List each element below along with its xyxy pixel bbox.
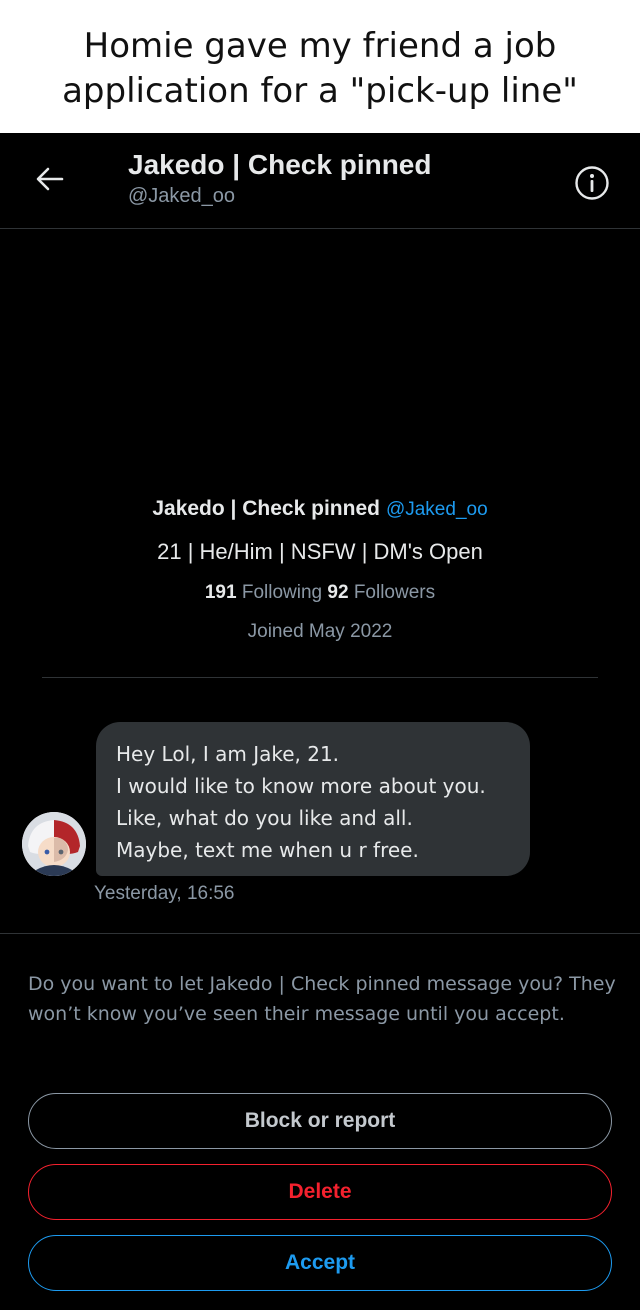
message-line: I would like to know more about you.: [116, 774, 486, 798]
dm-request-screen: Jakedo | Check pinned @Jaked_oo Jakedo |…: [0, 133, 640, 1310]
profile-stats: 191 Following 92 Followers: [0, 582, 640, 604]
block-or-report-button[interactable]: Block or report: [28, 1093, 612, 1149]
caption-line-1: Homie gave my friend a job: [83, 26, 557, 66]
following-label[interactable]: Following: [242, 582, 322, 603]
caption-line-2: application for a "pick-up line": [62, 71, 578, 111]
followers-label[interactable]: Followers: [354, 582, 435, 603]
message-line: Maybe, text me when u r free.: [116, 838, 419, 862]
avatar[interactable]: [22, 812, 86, 876]
profile-name[interactable]: Jakedo | Check pinned: [152, 497, 380, 520]
profile-bio: 21 | He/Him | NSFW | DM's Open: [157, 539, 483, 564]
info-circle-icon[interactable]: [574, 165, 610, 201]
delete-button[interactable]: Delete: [28, 1164, 612, 1220]
message-request-notice: Do you want to let Jakedo | Check pinned…: [28, 973, 616, 1025]
header-title[interactable]: Jakedo | Check pinned: [128, 149, 431, 181]
avatar-image: [22, 812, 86, 876]
profile-joined-date: Joined May 2022: [247, 621, 393, 642]
message-timestamp: Yesterday, 16:56: [94, 883, 235, 904]
header-handle: @Jaked_oo: [128, 185, 236, 207]
divider: [42, 677, 598, 678]
conversation-header: Jakedo | Check pinned @Jaked_oo: [0, 133, 640, 229]
profile-summary: Jakedo | Check pinned @Jaked_oo 21 | He/H…: [0, 497, 640, 643]
profile-handle[interactable]: @Jaked_oo: [386, 499, 488, 520]
message-line: Hey Lol, I am Jake, 21.: [116, 742, 340, 766]
accept-button[interactable]: Accept: [28, 1235, 612, 1291]
followers-count[interactable]: 92: [327, 582, 348, 603]
following-count[interactable]: 191: [205, 582, 237, 603]
divider: [0, 933, 640, 934]
message-line: Like, what do you like and all.: [116, 806, 413, 830]
message-bubble[interactable]: Hey Lol, I am Jake, 21. I would like to …: [96, 722, 530, 876]
arrow-left-icon[interactable]: [34, 163, 66, 195]
meme-caption: Homie gave my friend a job application f…: [0, 0, 640, 133]
